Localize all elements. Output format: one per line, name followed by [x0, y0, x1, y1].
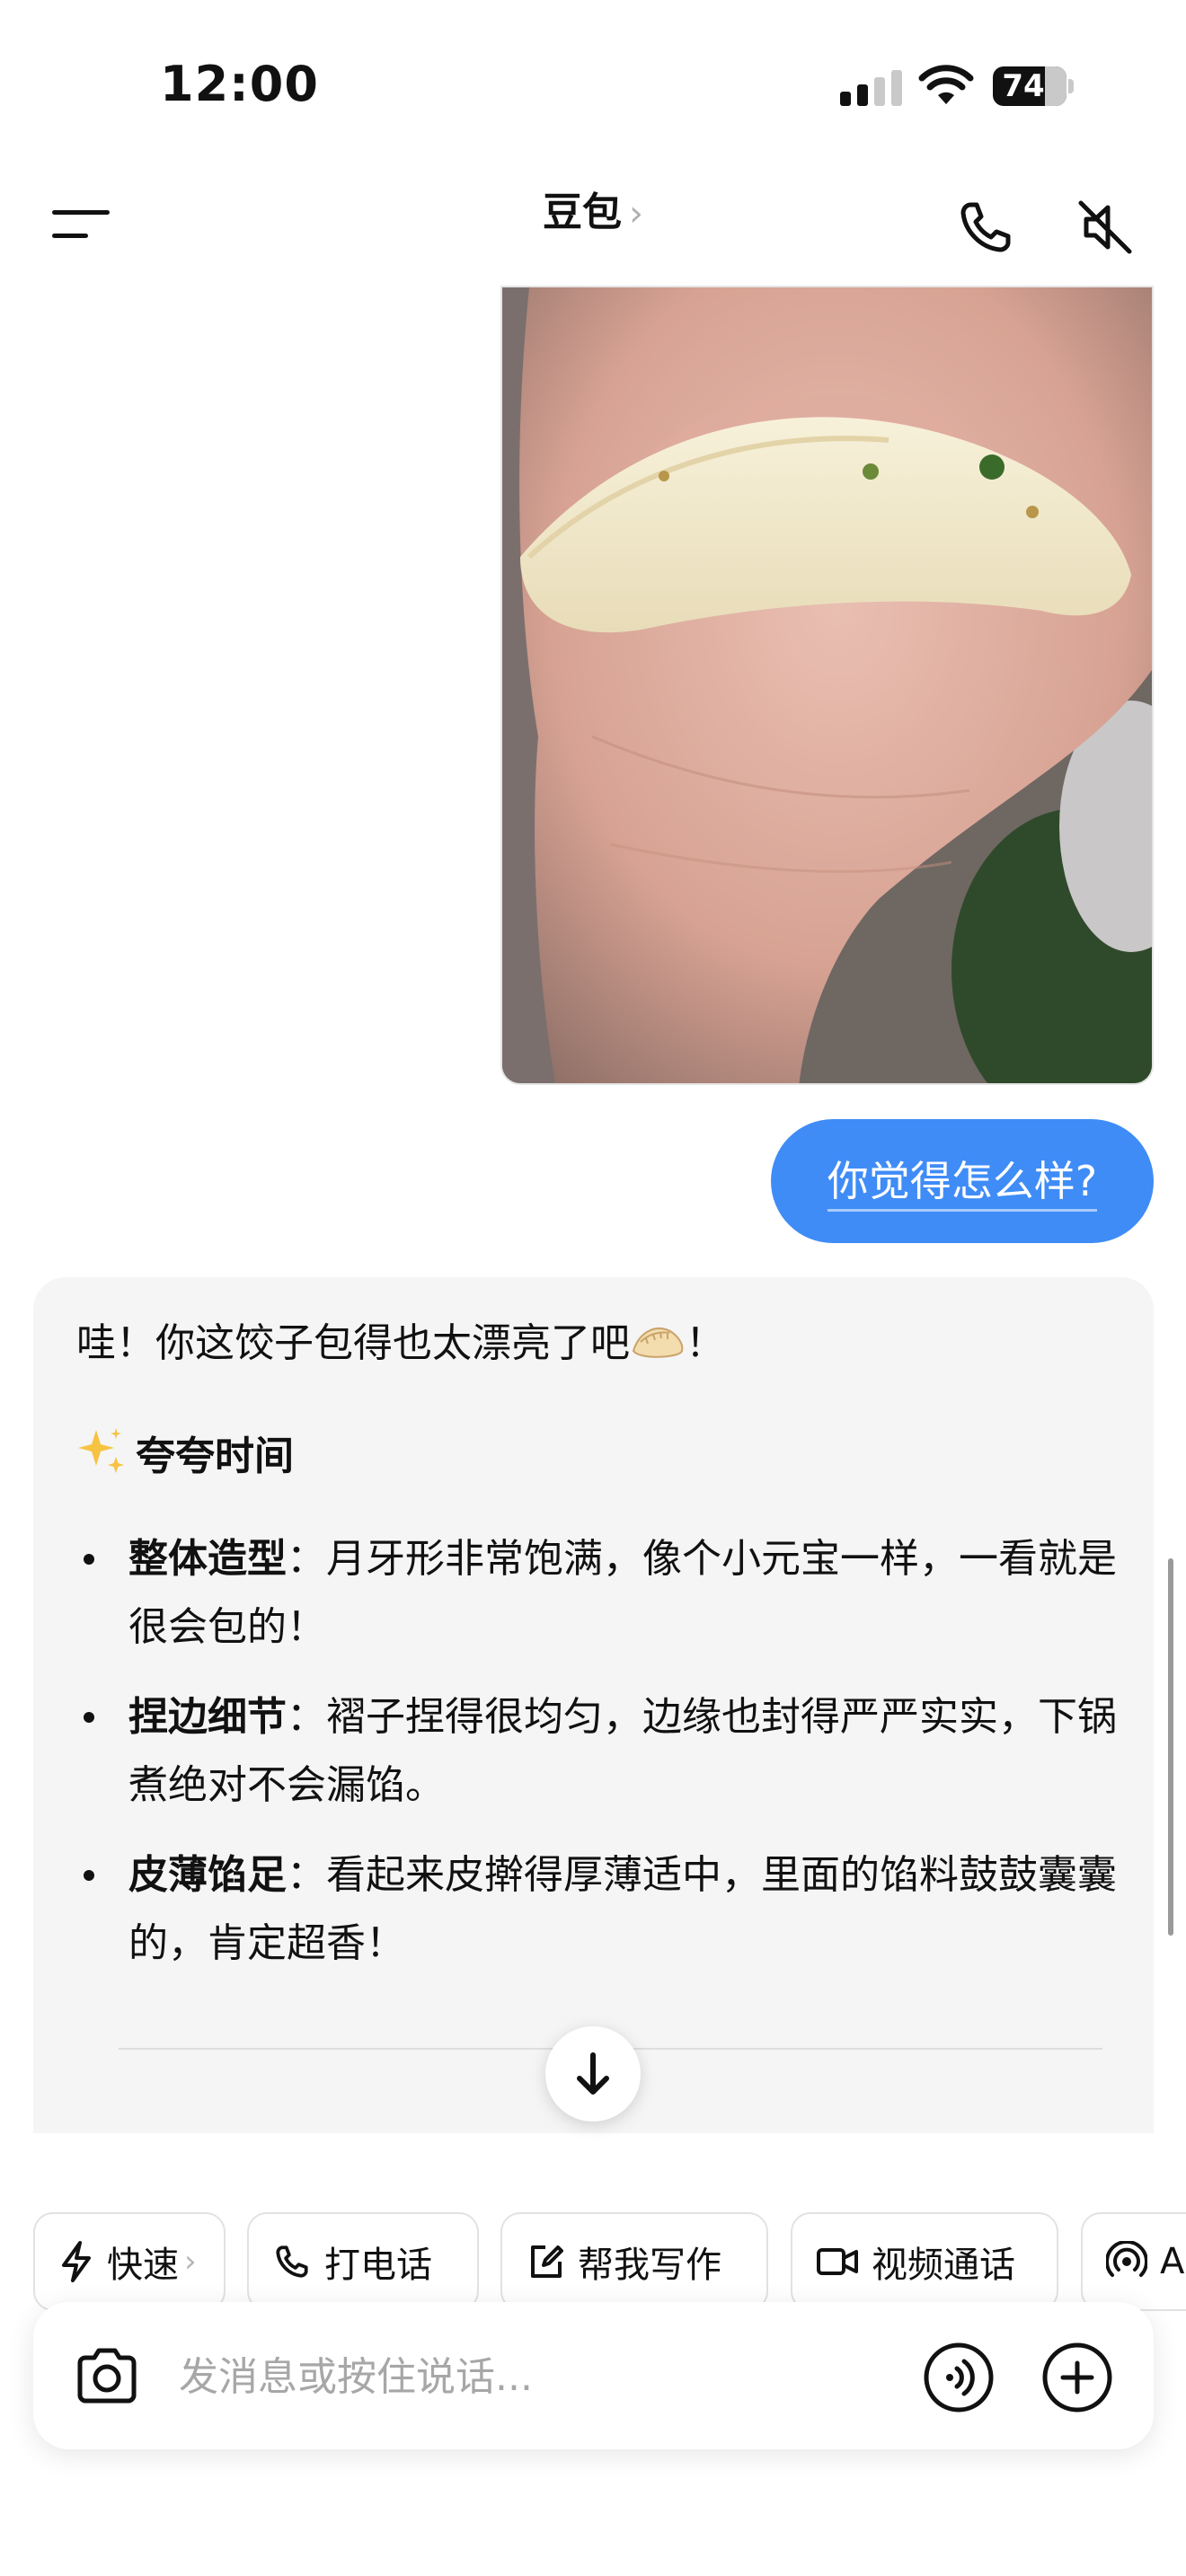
ai-heading: 夸夸时间 [76, 1426, 294, 1484]
more-chip[interactable]: A [1081, 2212, 1186, 2311]
message-composer [33, 2302, 1154, 2449]
ai-bullet-list: 整体造型：月牙形非常饱满，像个小元宝一样，一看就是很会包的！ 捏边细节：褶子捏得… [76, 1525, 1119, 1999]
chat-title: 豆包 [543, 190, 622, 235]
speaker-muted-icon[interactable] [1074, 196, 1137, 259]
dumpling-emoji-icon [632, 1328, 684, 1358]
list-item: 皮薄馅足：看起来皮擀得厚薄适中，里面的馅料鼓鼓囊囊的，肯定超香！ [76, 1841, 1119, 1978]
list-item: 捏边细节：褶子捏得很均匀，边缘也封得严严实实，下锅煮绝对不会漏馅。 [76, 1683, 1119, 1820]
quick-mode-chip[interactable]: 快速 › [33, 2212, 226, 2311]
status-bar: 12:00 74 [0, 0, 1186, 162]
ai-intro-text: 哇！你这饺子包得也太漂亮了吧 [76, 1320, 630, 1366]
arrow-down-icon [577, 2052, 609, 2095]
chip-label: 打电话 [324, 2245, 432, 2286]
chip-label: A [1160, 2241, 1185, 2282]
chat-header: 豆包 › [0, 162, 1186, 287]
plus-icon[interactable] [1041, 2342, 1113, 2413]
wifi-icon [918, 65, 974, 104]
write-chip[interactable]: 帮我写作 [500, 2212, 768, 2311]
user-message-text: 你觉得怎么样? [827, 1157, 1098, 1212]
broadcast-icon [1106, 2241, 1147, 2277]
scrollbar[interactable] [1168, 1558, 1173, 1936]
user-photo-message[interactable] [500, 286, 1154, 1085]
dumpling-photo [502, 287, 1152, 1083]
bullet-title: 整体造型 [128, 1536, 287, 1582]
status-time: 12:00 [160, 56, 319, 112]
lightning-icon [62, 2241, 91, 2282]
video-icon [817, 2248, 858, 2275]
chip-label: 帮我写作 [578, 2245, 721, 2286]
camera-icon[interactable] [73, 2342, 141, 2410]
chip-label: 快速 [107, 2245, 179, 2286]
video-call-chip[interactable]: 视频通话 [791, 2212, 1058, 2311]
list-item: 整体造型：月牙形非常饱满，像个小元宝一样，一看就是很会包的！ [76, 1525, 1119, 1662]
ai-intro: 哇！你这饺子包得也太漂亮了吧 ！ [76, 1317, 725, 1371]
bullet-title: 捏边细节 [128, 1694, 287, 1740]
edit-icon [531, 2245, 563, 2278]
call-chip[interactable]: 打电话 [247, 2212, 479, 2311]
phone-icon [276, 2245, 308, 2278]
chevron-right-icon: › [184, 2244, 197, 2280]
phone-call-icon[interactable] [954, 196, 1017, 259]
voice-icon[interactable] [923, 2342, 995, 2413]
sparkles-emoji-icon [78, 1428, 124, 1473]
cellular-signal-icon [840, 68, 903, 106]
battery-level: 74 [1002, 68, 1045, 104]
chip-label: 视频通话 [872, 2245, 1015, 2286]
bullet-title: 皮薄馅足 [128, 1852, 287, 1898]
user-message-bubble[interactable]: 你觉得怎么样? [771, 1119, 1154, 1243]
ai-heading-text: 夸夸时间 [136, 1434, 294, 1479]
quick-action-bar: 快速 › 打电话 帮我写作 视频通话 A [33, 2212, 1186, 2311]
chevron-right-icon: › [629, 193, 643, 234]
message-input[interactable] [177, 2340, 917, 2413]
ai-intro-suffix: ！ [686, 1320, 725, 1366]
scroll-down-button[interactable] [545, 2026, 641, 2122]
battery-icon: 74 [993, 66, 1074, 106]
